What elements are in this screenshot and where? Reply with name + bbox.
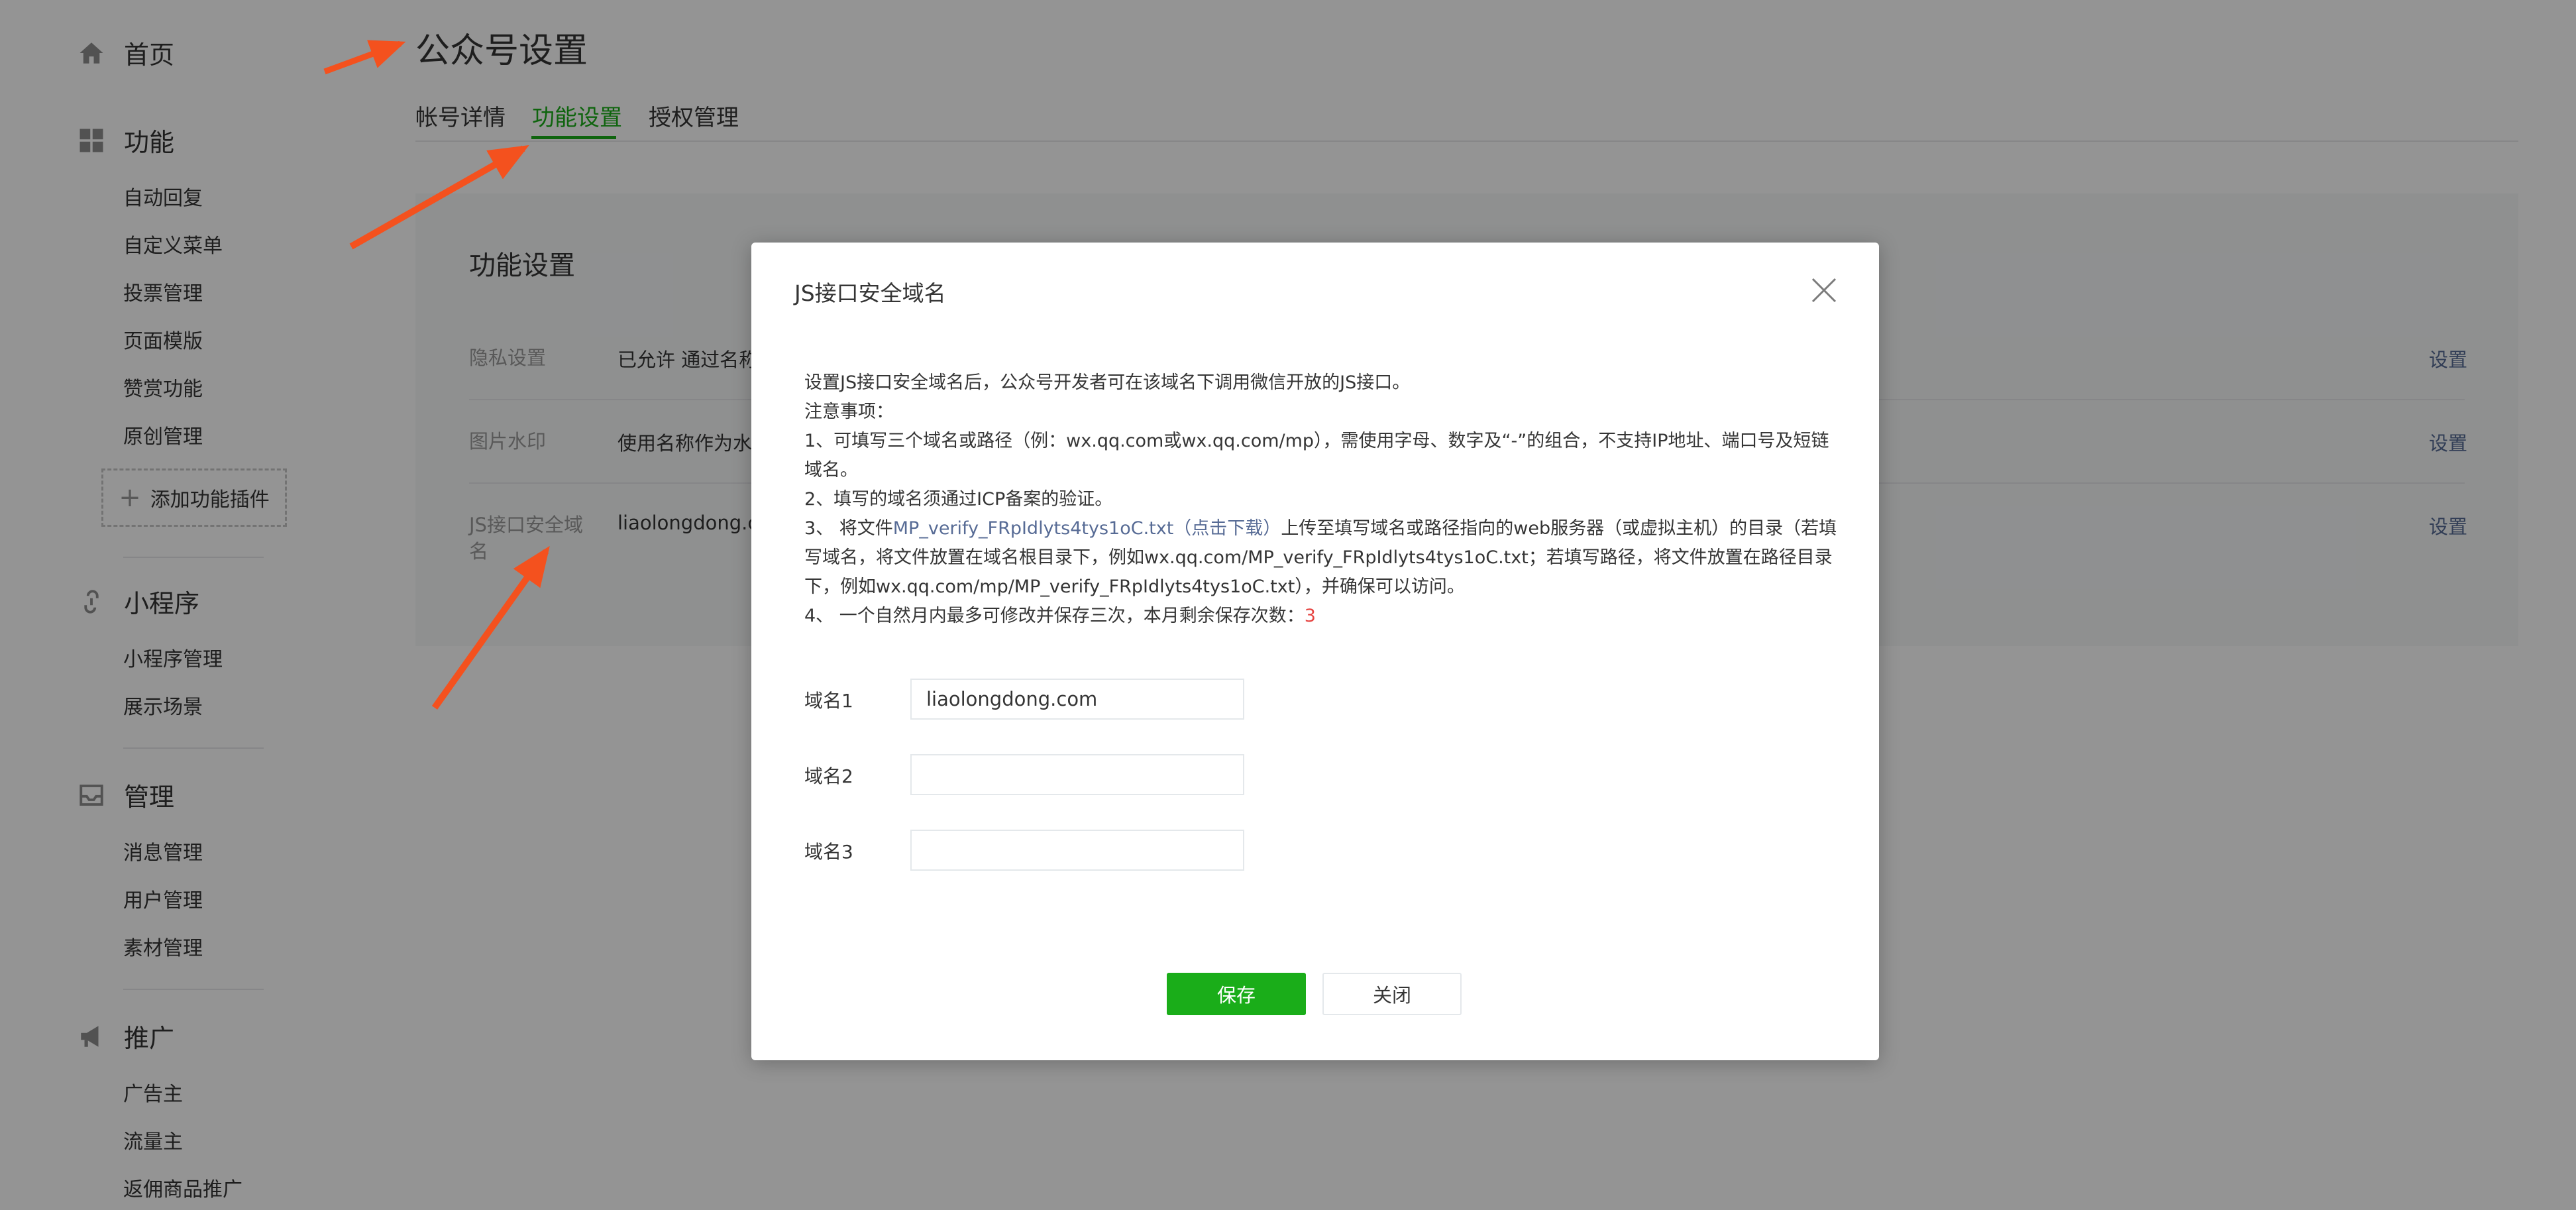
note-3-prefix: 3、 将文件 <box>804 518 893 539</box>
instructions-notes-title: 注意事项： <box>804 402 894 422</box>
close-button[interactable]: 关闭 <box>1322 973 1462 1015</box>
arrow-to-title <box>323 40 406 75</box>
close-icon[interactable] <box>1807 274 1841 307</box>
note-4-prefix: 4、 一个自然月内最多可修改并保存三次，本月剩余保存次数： <box>804 606 1305 626</box>
domain-2-label: 域名2 <box>804 765 853 787</box>
instructions-note-2: 2、填写的域名须通过ICP备案的验证。 <box>804 489 1113 510</box>
domain-2-input[interactable] <box>910 754 1244 795</box>
save-button[interactable]: 保存 <box>1167 973 1306 1015</box>
instructions-note-1: 1、可填写三个域名或路径（例：wx.qq.com或wx.qq.com/mp），需… <box>804 431 1829 480</box>
dialog-title: JS接口安全域名 <box>794 280 946 306</box>
instructions-note-4: 4、 一个自然月内最多可修改并保存三次，本月剩余保存次数：3 <box>804 602 1838 631</box>
js-domain-dialog: JS接口安全域名 设置JS接口安全域名后，公众号开发者可在该域名下调用微信开放的… <box>751 243 1879 1060</box>
instructions-intro: 设置JS接口安全域名后，公众号开发者可在该域名下调用微信开放的JS接口。 <box>804 372 1411 393</box>
domain-3-input[interactable] <box>910 830 1244 871</box>
verify-file-download-link[interactable]: MP_verify_FRpIdlyts4tys1oC.txt（点击下载） <box>893 518 1281 539</box>
remaining-saves-count: 3 <box>1304 606 1316 626</box>
domain-1-input[interactable]: liaolongdong.com <box>910 679 1244 720</box>
domain-1-label: 域名1 <box>804 690 853 712</box>
arrow-to-tab <box>349 145 529 250</box>
dialog-instructions: 设置JS接口安全域名后，公众号开发者可在该域名下调用微信开放的JS接口。 注意事… <box>804 368 1838 631</box>
arrow-to-js-row <box>431 545 550 710</box>
instructions-note-3: 3、 将文件MP_verify_FRpIdlyts4tys1oC.txt（点击下… <box>804 514 1838 602</box>
domain-3-label: 域名3 <box>804 841 853 863</box>
